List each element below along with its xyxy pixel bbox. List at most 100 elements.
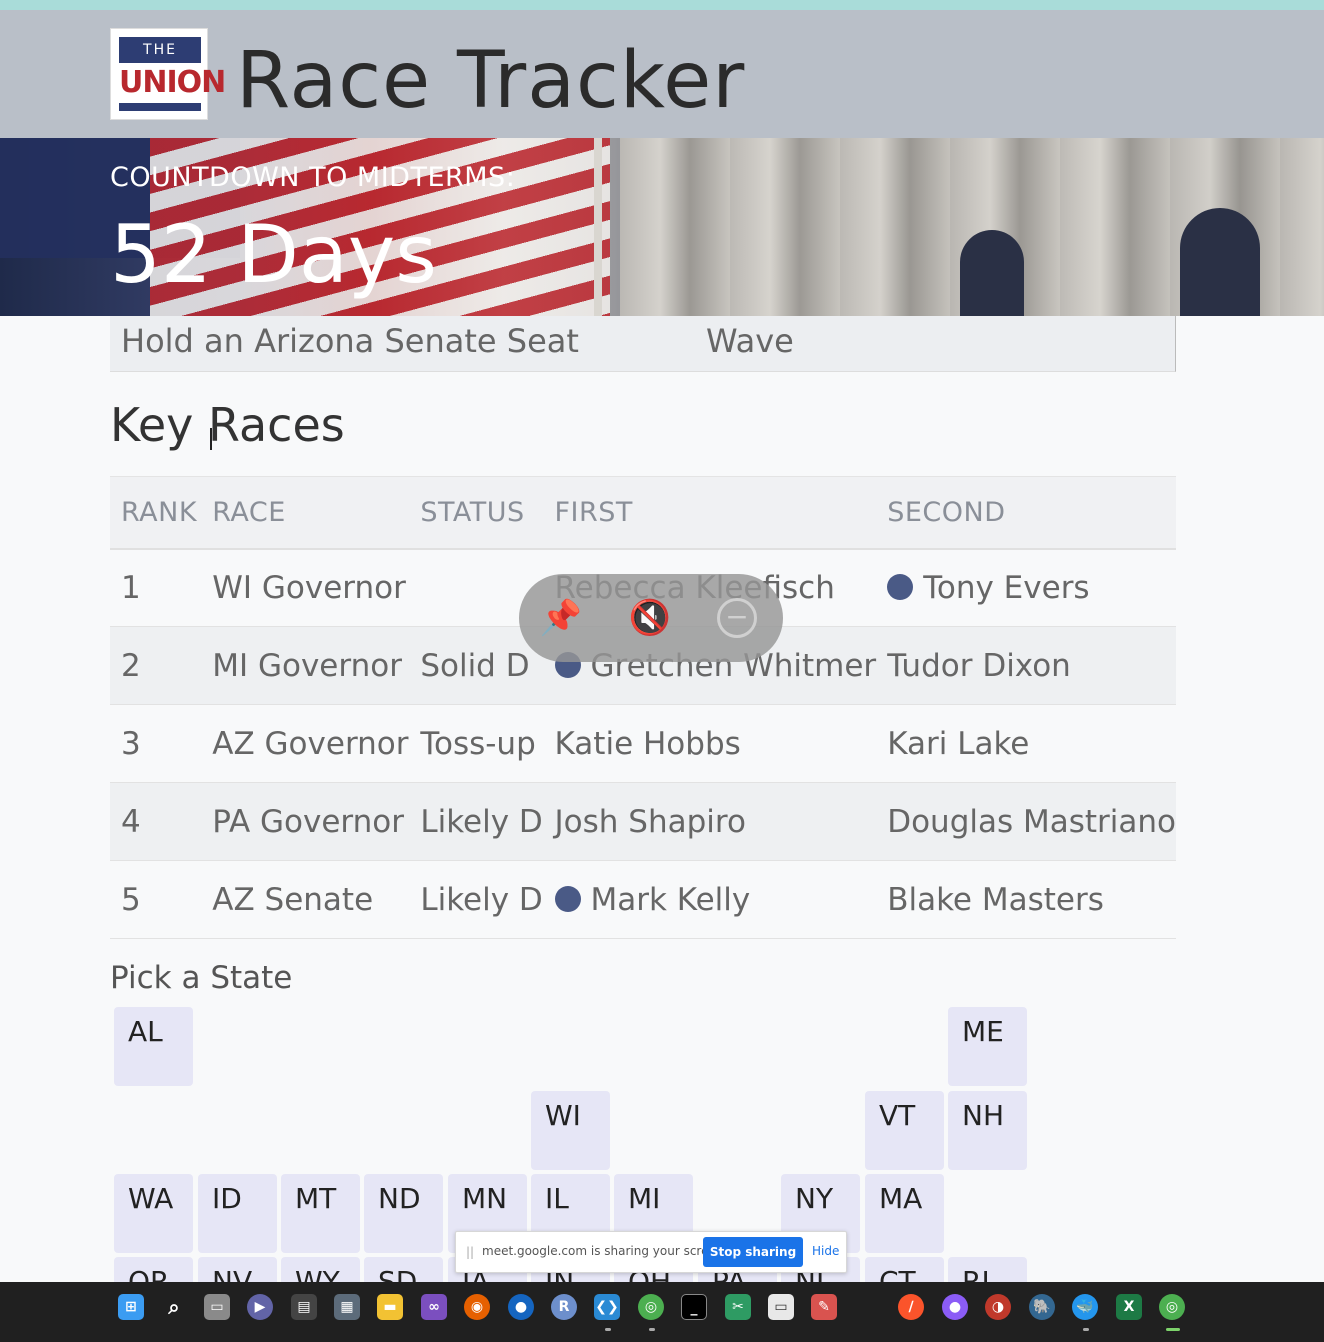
firefox-icon[interactable]: ◉ [464, 1294, 490, 1320]
state-tile-nd[interactable]: ND [364, 1174, 443, 1253]
task-view-icon[interactable]: ▭ [204, 1294, 230, 1320]
rank-cell: 3 [110, 704, 202, 783]
state-tile-wa[interactable]: WA [114, 1174, 193, 1253]
postgres-icon[interactable]: 🐘 [1029, 1294, 1055, 1320]
state-tile-al[interactable]: AL [114, 1007, 193, 1086]
file-explorer-icon[interactable]: ▬ [377, 1294, 403, 1320]
maps-icon[interactable]: ● [508, 1294, 534, 1320]
column-header-first[interactable]: FIRST [543, 476, 877, 550]
calculator-icon[interactable]: ▦ [334, 1294, 360, 1320]
candidate-name[interactable]: Douglas Mastriano [887, 804, 1176, 840]
second-candidate-cell: Tony Evers [876, 548, 1176, 627]
state-tile-me[interactable]: ME [948, 1007, 1027, 1086]
state-tile-mt[interactable]: MT [281, 1174, 360, 1253]
second-candidate-cell: Tudor Dixon [876, 626, 1176, 705]
github-icon[interactable]: ● [942, 1294, 968, 1320]
candidate-name[interactable]: Mark Kelly [591, 882, 751, 918]
rank-cell: 4 [110, 782, 202, 861]
state-code: ND [378, 1182, 421, 1215]
vscode-icon[interactable]: ❮❯ [594, 1294, 620, 1320]
candidate-name[interactable]: Tony Evers [923, 570, 1089, 606]
countdown-label: COUNTDOWN TO MIDTERMS: [110, 162, 516, 193]
windows-start-icon[interactable]: ⊞ [118, 1294, 144, 1320]
candidate-name[interactable]: Blake Masters [887, 882, 1104, 918]
app-icon[interactable]: ◑ [985, 1294, 1011, 1320]
search-icon[interactable]: ⌕ [161, 1294, 187, 1320]
table-row[interactable]: 3 AZ Governor Toss-up Katie Hobbs Kari L… [110, 704, 1176, 783]
remove-icon[interactable]: − [717, 598, 757, 638]
column-header-status[interactable]: STATUS [409, 476, 544, 550]
previous-table-row: Hold an Arizona Senate Seat Wave [110, 316, 1176, 372]
previous-row-value: Wave [706, 322, 794, 360]
state-tile-ma[interactable]: MA [865, 1174, 944, 1253]
state-code: VT [879, 1099, 916, 1132]
hide-link[interactable]: Hide [812, 1244, 839, 1258]
remote-desktop-icon[interactable]: ▭ [768, 1294, 794, 1320]
chrome-profile-icon[interactable]: ◎ [1159, 1294, 1185, 1320]
candidate-name[interactable]: Tudor Dixon [887, 648, 1071, 684]
mute-icon[interactable]: 🔇 [628, 596, 672, 640]
paint-icon[interactable]: ✎ [811, 1294, 837, 1320]
status-cell: Likely D [409, 782, 544, 861]
race-cell: PA Governor [201, 782, 410, 861]
snipping-tool-icon[interactable]: ✂ [725, 1294, 751, 1320]
meeting-overlay-controls: 📌 🔇 − [519, 574, 783, 662]
terminal-icon[interactable]: _ [681, 1294, 707, 1320]
pick-state-title: Pick a State [110, 960, 293, 996]
first-candidate-cell: Mark Kelly [543, 860, 877, 939]
stop-sharing-button[interactable]: Stop sharing [703, 1237, 803, 1267]
candidate-name[interactable]: Kari Lake [887, 726, 1029, 762]
countdown-value: 52 Days [110, 208, 437, 301]
second-candidate-cell: Blake Masters [876, 860, 1176, 939]
state-tile-vt[interactable]: VT [865, 1091, 944, 1170]
race-cell: AZ Senate [201, 860, 410, 939]
previous-row-goal: Hold an Arizona Senate Seat [121, 322, 579, 360]
state-tile-nh[interactable]: NH [948, 1091, 1027, 1170]
column-header-race[interactable]: RACE [201, 476, 410, 550]
race-cell: MI Governor [201, 626, 410, 705]
chrome-icon[interactable]: ◎ [638, 1294, 664, 1320]
hero-banner: COUNTDOWN TO MIDTERMS: 52 Days [0, 138, 1324, 316]
race-cell: AZ Governor [201, 704, 410, 783]
unpin-icon[interactable]: 📌 [539, 596, 583, 640]
share-message: meet.google.com is sharing your screen. [482, 1244, 728, 1258]
brave-icon[interactable]: ∕ [898, 1294, 924, 1320]
state-code: MA [879, 1182, 923, 1215]
browser-top-strip [0, 0, 1324, 10]
candidate-name[interactable]: Katie Hobbs [555, 726, 741, 762]
state-code: MT [295, 1182, 337, 1215]
state-code: WA [128, 1182, 174, 1215]
teams-icon[interactable]: ▶ [247, 1294, 273, 1320]
state-tile-id[interactable]: ID [198, 1174, 277, 1253]
candidate-name[interactable]: Josh Shapiro [555, 804, 746, 840]
building-window [1180, 208, 1260, 316]
first-candidate-cell: Katie Hobbs [543, 704, 877, 783]
incumbent-dot-icon [887, 573, 914, 600]
table-row[interactable]: 4 PA Governor Likely D Josh Shapiro Doug… [110, 782, 1176, 861]
second-candidate-cell: Kari Lake [876, 704, 1176, 783]
visual-studio-icon[interactable]: ∞ [421, 1294, 447, 1320]
docker-icon[interactable]: 🐳 [1072, 1294, 1098, 1320]
key-races-table: RANK RACE STATUS FIRST SECOND 1 WI Gover… [110, 476, 1176, 939]
column-header-rank[interactable]: RANK [110, 476, 202, 550]
state-code: WI [545, 1099, 581, 1132]
state-code: NH [962, 1099, 1004, 1132]
rank-cell: 5 [110, 860, 202, 939]
incumbent-dot-icon [554, 885, 581, 912]
building-window [960, 230, 1024, 316]
logo-word: UNION [119, 63, 226, 103]
drag-handle-icon[interactable]: || [466, 1245, 474, 1259]
r-studio-icon[interactable]: R [551, 1294, 577, 1320]
table-header-row: RANK RACE STATUS FIRST SECOND [110, 476, 1176, 550]
excel-icon[interactable]: X [1116, 1294, 1142, 1320]
site-title: Race Tracker [236, 36, 746, 126]
widgets-icon[interactable]: ▤ [291, 1294, 317, 1320]
column-header-second[interactable]: SECOND [876, 476, 1176, 550]
state-code: MN [462, 1182, 508, 1215]
state-tile-wi[interactable]: WI [531, 1091, 610, 1170]
running-indicator [1083, 1328, 1089, 1331]
rank-cell: 2 [110, 626, 202, 705]
table-row[interactable]: 5 AZ Senate Likely D Mark Kelly Blake Ma… [110, 860, 1176, 939]
logo-top-banner: THE [119, 37, 201, 63]
union-logo[interactable]: THE UNION [110, 28, 226, 120]
